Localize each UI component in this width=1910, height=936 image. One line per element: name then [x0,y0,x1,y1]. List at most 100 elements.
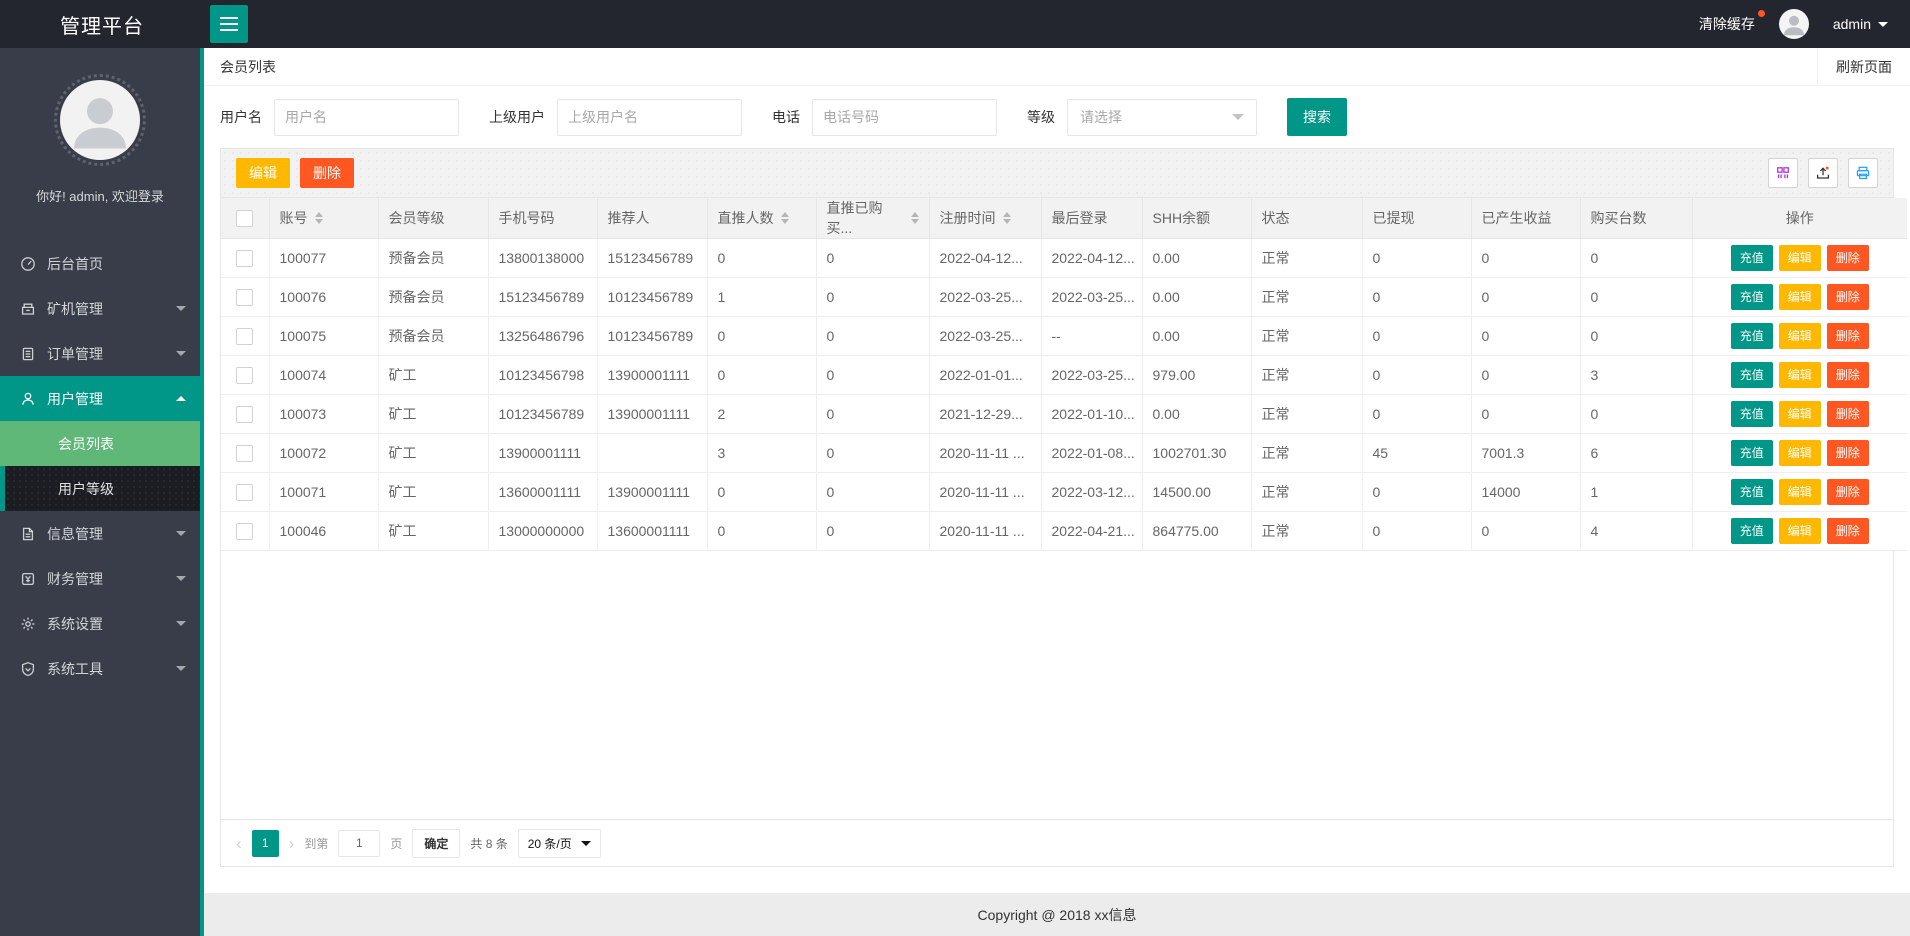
edit-row-button[interactable]: 编辑 [1778,284,1821,310]
delete-button[interactable]: 删除 [300,158,354,188]
table-cell: 4 [1580,511,1693,551]
table-cell: 2022-03-12... [1041,472,1143,512]
table-cell: 0 [816,277,930,317]
table-cell: 7001.3 [1471,433,1581,473]
recharge-button[interactable]: 充值 [1730,323,1773,349]
recharge-button[interactable]: 充值 [1730,284,1773,310]
sidebar-subitem[interactable]: 会员列表 [0,421,200,466]
menu-toggle-button[interactable] [210,5,248,43]
table-cell: 预备会员 [378,277,489,317]
delete-row-button[interactable]: 删除 [1826,284,1869,310]
pagination-current-page[interactable]: 1 [251,829,279,857]
edit-row-button[interactable]: 编辑 [1778,362,1821,388]
delete-row-button[interactable]: 删除 [1826,245,1869,271]
recharge-button[interactable]: 充值 [1730,245,1773,271]
sort-icon[interactable] [314,212,323,224]
footer-copyright: Copyright @ 2018 xx信息 [204,893,1910,936]
export-icon[interactable] [1808,158,1838,188]
admin-menu[interactable]: admin [1833,16,1888,32]
pagination-next-button[interactable]: › [289,835,295,852]
delete-row-button[interactable]: 删除 [1826,362,1869,388]
row-checkbox[interactable] [236,522,254,540]
table-cell: 100076 [269,277,379,317]
sidebar-item[interactable]: 订单管理 [0,331,200,376]
sidebar-item[interactable]: 系统工具 [0,646,200,691]
table-cell: 0 [1471,355,1581,395]
sidebar-item[interactable]: 矿机管理 [0,286,200,331]
table-cell: 0 [1362,277,1472,317]
chevron-down-icon [176,531,186,536]
member-table: 账号 会员等级 手机号码 推荐人 直推人数 直推已购买... 注册时间 最后登录 SHH余额 状态… [221,198,1907,551]
table-cell: 0 [1580,394,1693,434]
delete-row-button[interactable]: 删除 [1826,401,1869,427]
confirm-page-button[interactable]: 确定 [412,828,461,858]
row-checkbox[interactable] [236,249,254,267]
delete-row-button[interactable]: 删除 [1826,323,1869,349]
print-icon[interactable] [1848,158,1878,188]
recharge-button[interactable]: 充值 [1730,401,1773,427]
goto-page-input[interactable] [338,829,381,857]
user-avatar[interactable] [1778,9,1809,39]
columns-filter-icon[interactable] [1768,158,1798,188]
sort-icon[interactable] [780,212,789,224]
per-page-select[interactable]: 20 条/页 [517,828,601,858]
search-button[interactable]: 搜索 [1287,98,1347,136]
table-cell: 10123456798 [488,355,598,395]
pagination-prev-button[interactable]: ‹ [236,835,242,852]
recharge-button[interactable]: 充值 [1730,362,1773,388]
edit-row-button[interactable]: 编辑 [1778,440,1821,466]
row-checkbox[interactable] [236,366,254,384]
delete-row-button[interactable]: 删除 [1826,518,1869,544]
table-cell: 15123456789 [488,277,598,317]
chevron-down-icon [176,666,186,671]
table-cell: 正常 [1251,433,1363,473]
edit-row-button[interactable]: 编辑 [1778,518,1821,544]
sidebar-item[interactable]: 信息管理 [0,511,200,556]
table-cell: 864775.00 [1142,511,1252,551]
select-all-checkbox[interactable] [236,209,254,227]
level-select[interactable]: 请选择 [1067,98,1257,136]
sidebar-item[interactable]: 用户管理 [0,376,200,421]
row-checkbox[interactable] [236,288,254,306]
sidebar-subitem[interactable]: 用户等级 [0,466,200,511]
sidebar-item[interactable]: 系统设置 [0,601,200,646]
sidebar-item[interactable]: 后台首页 [0,241,200,286]
edit-row-button[interactable]: 编辑 [1778,401,1821,427]
sort-icon[interactable] [1002,212,1011,224]
edit-row-button[interactable]: 编辑 [1778,323,1821,349]
delete-row-button[interactable]: 删除 [1826,479,1869,505]
sidebar-item[interactable]: 财务管理 [0,556,200,601]
edit-button[interactable]: 编辑 [236,158,290,188]
delete-row-button[interactable]: 删除 [1826,440,1869,466]
chevron-down-icon [1878,21,1888,27]
app-title: 管理平台 [60,15,144,38]
edit-row-button[interactable]: 编辑 [1778,245,1821,271]
profile-avatar[interactable] [60,80,140,160]
recharge-button[interactable]: 充值 [1730,440,1773,466]
edit-row-button[interactable]: 编辑 [1778,479,1821,505]
row-checkbox[interactable] [236,444,254,462]
recharge-button[interactable]: 充值 [1730,479,1773,505]
row-checkbox[interactable] [236,405,254,423]
parent-user-input[interactable] [557,98,742,136]
table-cell: 13600001111 [488,472,598,512]
table-cell: 0 [1580,277,1693,317]
table-header-row: 账号 会员等级 手机号码 推荐人 直推人数 直推已购买... 注册时间 最后登录 SHH余额 状态… [221,198,1907,239]
row-checkbox[interactable] [236,483,254,501]
table-cell: 0 [1580,238,1693,278]
sidebar-item-label: 系统设置 [47,615,103,632]
table-cell: 13900001111 [597,394,708,434]
tools-icon [20,661,36,677]
parent-user-label: 上级用户 [489,109,545,125]
table-cell: 2022-04-12... [1041,238,1143,278]
username-input[interactable] [274,98,459,136]
clear-cache-button[interactable]: 清除缓存 [1699,10,1765,34]
row-checkbox[interactable] [236,327,254,345]
column-header-label: 注册时间 [939,210,996,226]
refresh-page-button[interactable]: 刷新页面 [1817,48,1910,85]
recharge-button[interactable]: 充值 [1730,518,1773,544]
sort-icon[interactable] [910,212,919,224]
phone-input[interactable] [812,98,997,136]
table-cell: 13000000000 [488,511,598,551]
table-cell: 2022-04-12... [929,238,1042,278]
